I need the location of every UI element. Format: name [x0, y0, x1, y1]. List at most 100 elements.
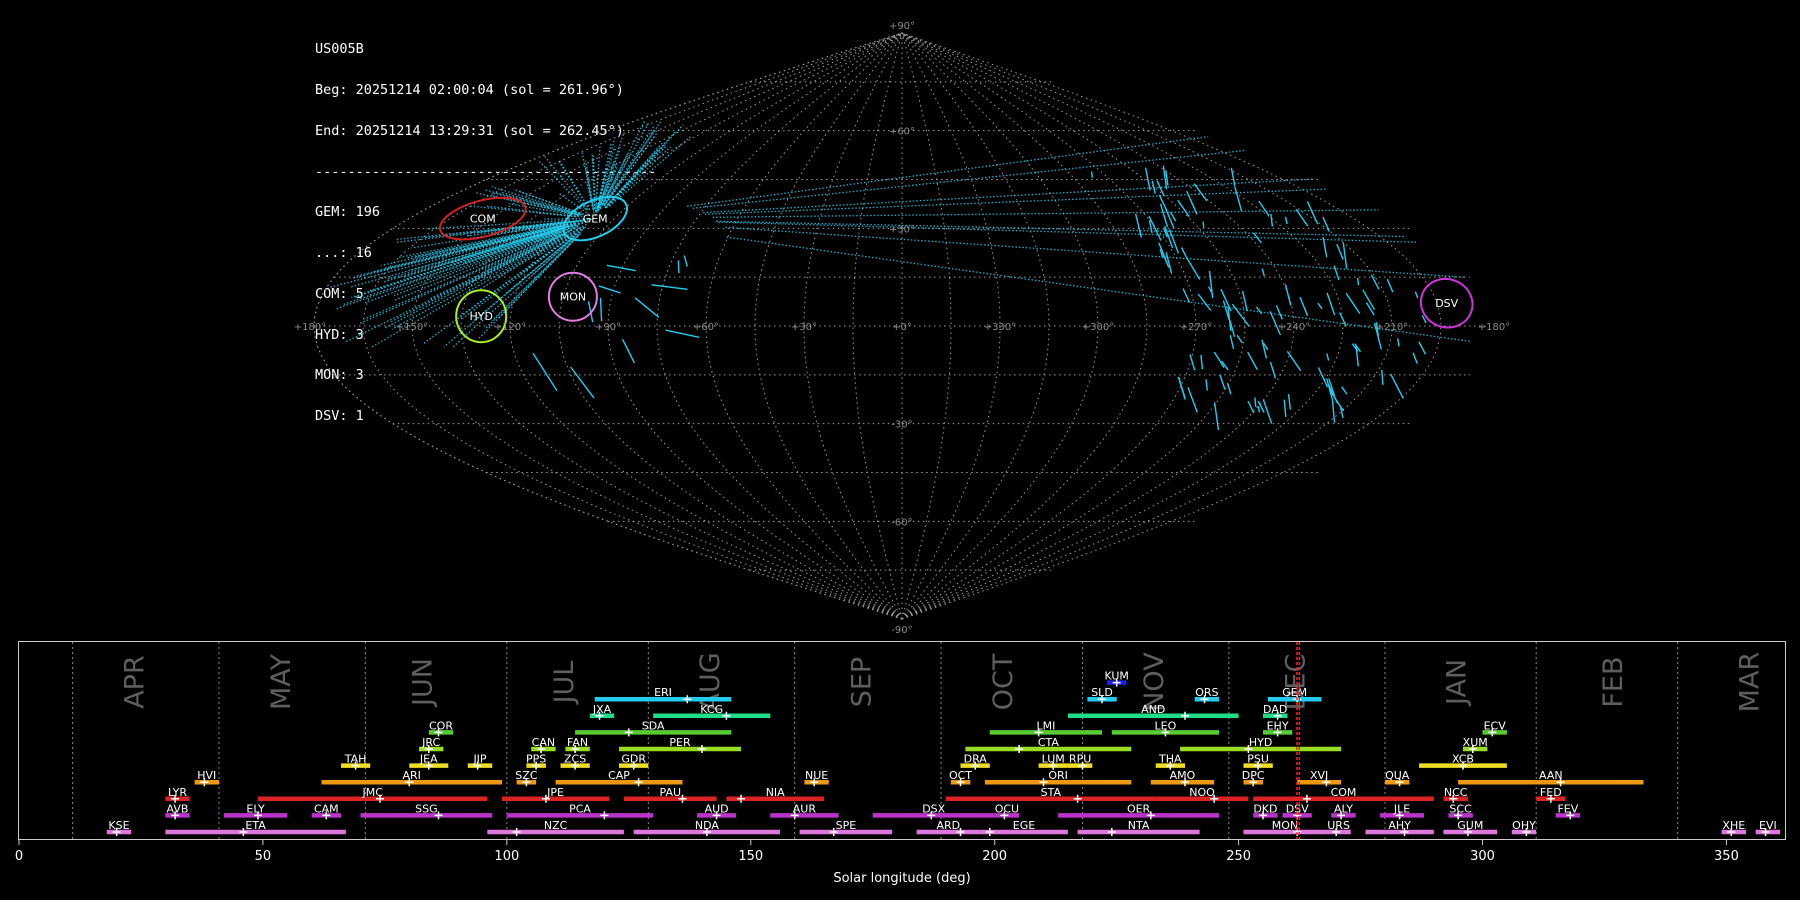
shower-peak-marker — [1249, 778, 1258, 787]
x-tick-label: 350 — [1714, 849, 1739, 864]
shower-label-szc: SZC — [515, 769, 538, 782]
meteor-track — [718, 221, 1417, 243]
x-axis-label: Solar longitude (deg) — [833, 871, 970, 886]
shower-peak-marker — [956, 778, 965, 787]
meteor-track — [1213, 402, 1220, 431]
shower-label-ssg: SSG — [415, 802, 438, 815]
shower-peak-marker — [1098, 695, 1106, 704]
shower-peak-marker — [829, 828, 838, 836]
meridian-line — [362, 32, 903, 620]
shower-peak-marker — [595, 711, 604, 720]
meteor-track — [1299, 296, 1309, 317]
meteor-track — [1262, 399, 1273, 424]
radiant-hyd-label: HYD — [469, 310, 492, 323]
meteor-track — [1326, 353, 1330, 361]
shower-peak-marker — [927, 811, 936, 820]
shower-peak-marker — [351, 761, 360, 770]
meteor-track — [351, 229, 559, 299]
shower-peak-marker — [1049, 761, 1058, 770]
lon-tick-label: +180° — [1478, 322, 1510, 333]
shower-label-lmi: LMI — [1036, 719, 1055, 732]
shower-peak-marker — [1161, 728, 1170, 737]
meteor-track — [1336, 243, 1344, 260]
meteor-track — [1213, 351, 1225, 368]
shower-peak-marker — [1244, 745, 1253, 753]
lon-tick-label: +330° — [984, 322, 1016, 333]
meteor-track — [683, 255, 688, 267]
shower-label-fev: FEV — [1557, 802, 1578, 815]
month-label: SEP — [847, 657, 878, 707]
shower-label-nta: NTA — [1128, 819, 1150, 832]
shower-peak-marker — [376, 794, 384, 803]
lon-tick-label: +0° — [892, 322, 912, 333]
shower-peak-marker — [424, 745, 433, 753]
meteor-track — [1257, 405, 1261, 413]
meteor-track — [1341, 386, 1348, 395]
shower-label-noo: NOO — [1189, 786, 1215, 799]
meteor-track — [1254, 397, 1257, 407]
shower-peak-marker — [1449, 794, 1458, 803]
shower-peak-marker — [985, 828, 994, 836]
meteor-track — [1189, 354, 1196, 371]
meteor-track — [1322, 216, 1330, 232]
shower-label-kse: KSE — [108, 819, 129, 832]
shower-label-aur: AUR — [793, 802, 817, 815]
shower-label-pau: PAU — [660, 786, 682, 799]
shower-label-oct: OCT — [949, 769, 972, 782]
shower-peak-marker — [1073, 794, 1082, 803]
lon-tick-label: +60° — [693, 322, 719, 333]
meteor-track — [1397, 338, 1400, 347]
meteor-track — [634, 297, 660, 318]
meteor-track — [704, 188, 1327, 215]
shower-bars: KUM ERI SLD ORS GEM JXA KCG AND DAD COR SDA LMI LEO E… — [106, 670, 1781, 836]
shower-label-nzc: NZC — [544, 819, 568, 832]
meteor-track — [1295, 208, 1309, 227]
meteor-track — [532, 352, 558, 392]
meteor-track — [1275, 305, 1283, 320]
meteor-track — [1342, 242, 1348, 269]
lat-tick-label: -60° — [891, 517, 912, 528]
lat-tick-label: +90° — [889, 21, 915, 32]
shower-label-cap: CAP — [608, 769, 630, 782]
shower-peak-marker — [537, 745, 545, 753]
lon-tick-label: +270° — [1180, 322, 1212, 333]
shower-peak-marker — [1254, 761, 1263, 770]
shower-label-urs: URS — [1327, 819, 1350, 832]
month-label: DEC — [1281, 654, 1312, 711]
meteor-track — [677, 260, 680, 274]
shower-peak-marker — [571, 761, 580, 770]
shower-label-nda: NDA — [695, 819, 720, 832]
shower-peak-marker — [434, 811, 443, 820]
meteor-track — [1283, 399, 1287, 417]
shower-peak-marker — [1112, 678, 1121, 687]
shower-peak-marker — [522, 778, 531, 787]
meteor-track — [1208, 270, 1214, 299]
meteor-track — [1247, 400, 1255, 414]
shower-peak-marker — [171, 794, 180, 803]
shower-peak-marker — [1400, 828, 1409, 836]
shower-label-psu: PSU — [1247, 753, 1269, 766]
shower-peak-marker — [722, 711, 731, 720]
shower-peak-marker — [678, 794, 687, 803]
shower-label-sda: SDA — [642, 719, 665, 732]
meteor-track — [1169, 211, 1177, 222]
timeline-frame — [18, 641, 1786, 840]
shower-label-dsv: DSV — [1286, 802, 1309, 815]
shower-label-gdr: GDR — [621, 753, 646, 766]
shower-label-gem: GEM — [1282, 686, 1307, 699]
meteor-track — [1182, 288, 1191, 303]
shower-label-ehy: EHY — [1267, 719, 1289, 732]
shower-peak-marker — [239, 828, 248, 836]
shower-peak-marker — [683, 695, 692, 704]
shower-label-spe: SPE — [836, 819, 857, 832]
shower-peak-marker — [1146, 811, 1155, 820]
meteor-tracks — [329, 121, 1471, 431]
meteor-track — [1270, 213, 1274, 227]
shower-label-ori: ORI — [1048, 769, 1068, 782]
month-label: MAY — [266, 653, 297, 710]
lon-tick-label: +30° — [791, 322, 817, 333]
shower-label-jxa: JXA — [592, 703, 612, 716]
meteor-track — [712, 209, 1379, 218]
meteor-track — [1219, 374, 1226, 390]
shower-label-eta: ETA — [245, 819, 266, 832]
